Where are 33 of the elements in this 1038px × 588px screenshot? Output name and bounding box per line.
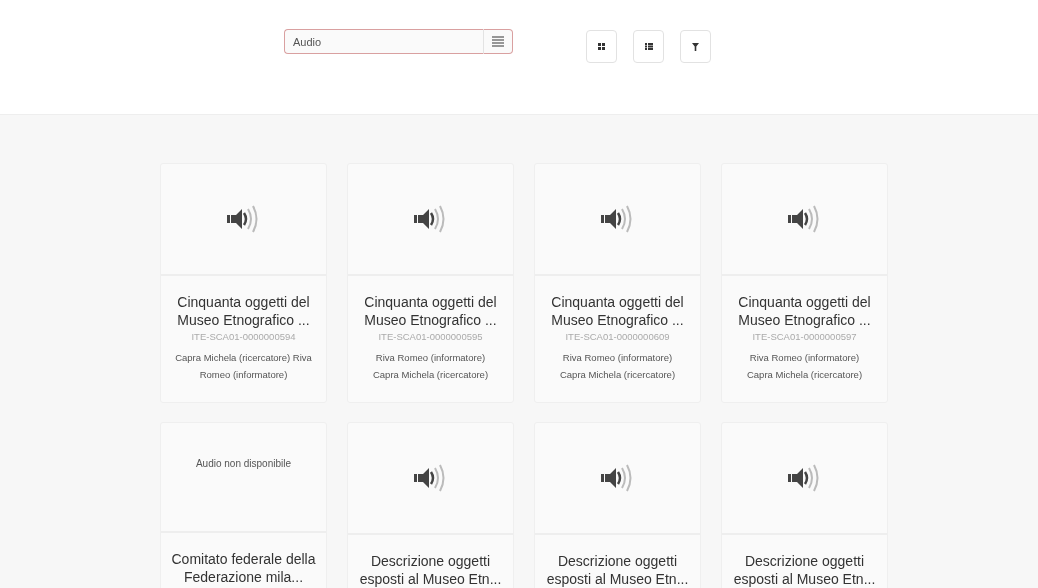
filter-icon (692, 42, 699, 51)
card-title: Descrizione oggetti esposti al Museo Etn... (732, 552, 877, 588)
card-code: ITE-SCA01-0000000594 (190, 331, 297, 342)
grid-icon (598, 43, 605, 50)
result-card[interactable]: Descrizione oggetti esposti al Museo Etn... (721, 422, 888, 588)
card-title: Cinquanta oggetti del Museo Etnografico ... (737, 293, 872, 329)
card-people: Capra Michela (ricercatore) Riva Romeo (informatore) (174, 351, 313, 382)
card-people: Riva Romeo (informatore) Capra Michela (ricercatore) (371, 351, 490, 382)
card-code: ITE-SCA01-0000000597 (751, 331, 858, 342)
card-title: Cinquanta oggetti del Museo Etnografico ... (176, 293, 311, 329)
card-title: Comitato federale della Federazione mila... (170, 550, 317, 586)
search-field[interactable]: Audio (284, 29, 483, 54)
result-card[interactable]: Audio non disponibile Comitato federale della Federazione mila... (160, 422, 327, 588)
result-card[interactable]: Cinquanta oggetti del Museo Etnografico ... ITE-SCA01-0000000597 Riva Romeo (informatore) Capra Michela (ricercatore) (721, 163, 888, 403)
result-card[interactable]: Descrizione oggetti esposti al Museo Etn... (534, 422, 701, 588)
card-title: Cinquanta oggetti del Museo Etnografico ... (550, 293, 685, 329)
list-icon (644, 43, 653, 50)
card-code: ITE-SCA01-0000000595 (377, 331, 484, 342)
result-card[interactable]: Cinquanta oggetti del Museo Etnografico ... ITE-SCA01-0000000594 Capra Michela (ricercatore) Riva Romeo (informatore) (160, 163, 327, 403)
card-title: Cinquanta oggetti del Museo Etnografico ... (363, 293, 498, 329)
menu-icon (492, 36, 504, 47)
unavailable-message: Audio non disponibile (195, 458, 292, 469)
result-card[interactable]: Cinquanta oggetti del Museo Etnografico ... ITE-SCA01-0000000609 Riva Romeo (informatore) Capra Michela (ricercatore) (534, 163, 701, 403)
result-card[interactable]: Cinquanta oggetti del Museo Etnografico ... ITE-SCA01-0000000595 Riva Romeo (informatore) Capra Michela (ricercatore) (347, 163, 514, 403)
card-people: Riva Romeo (informatore) Capra Michela (ricercatore) (558, 351, 677, 382)
menu-button[interactable] (483, 29, 513, 54)
card-title: Descrizione oggetti esposti al Museo Etn... (545, 552, 690, 588)
list-view-button[interactable] (633, 30, 664, 63)
card-people: Riva Romeo (informatore) Capra Michela (ricercatore) (745, 351, 864, 382)
result-card[interactable]: Descrizione oggetti esposti al Museo Etn... (347, 422, 514, 588)
card-title: Descrizione oggetti esposti al Museo Etn... (358, 552, 503, 588)
card-code: ITE-SCA01-0000000609 (564, 331, 671, 342)
grid-view-button[interactable] (586, 30, 617, 63)
